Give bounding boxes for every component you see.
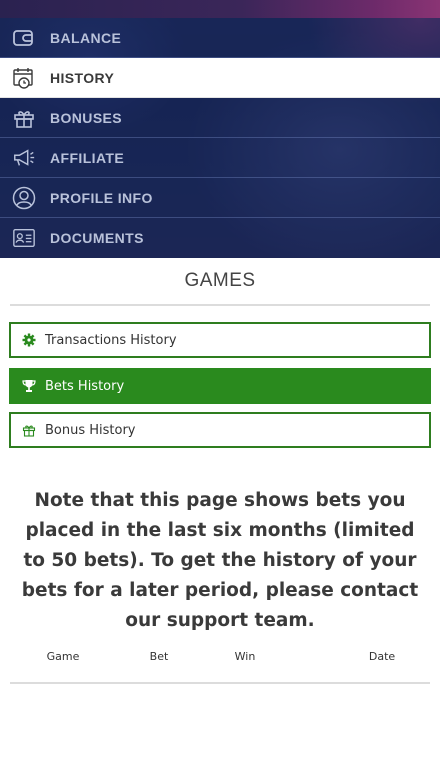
transactions-history-button[interactable]: Transactions History: [9, 322, 431, 358]
button-label: Bets History: [45, 378, 125, 394]
megaphone-icon: [12, 146, 36, 170]
menu-item-label: AFFILIATE: [50, 149, 125, 166]
id-card-icon: [12, 226, 36, 250]
bets-history-note: Note that this page shows bets you place…: [21, 490, 419, 631]
menu-item-affiliate[interactable]: AFFILIATE: [0, 138, 440, 178]
column-header-win: Win: [234, 650, 256, 663]
button-label: Bonus History: [45, 422, 136, 438]
bonus-history-button[interactable]: Bonus History: [9, 412, 431, 448]
calendar-clock-icon: [12, 66, 36, 90]
menu-item-profile-info[interactable]: PROFILE INFO: [0, 178, 440, 218]
column-header-date: Date: [368, 650, 396, 663]
page-title: GAMES: [10, 262, 430, 306]
menu-item-label: DOCUMENTS: [50, 230, 144, 246]
wallet-icon: [12, 26, 36, 50]
menu-item-label: BONUSES: [50, 109, 123, 126]
button-label: Transactions History: [45, 332, 177, 348]
menu-item-balance[interactable]: BALANCE: [0, 18, 440, 58]
menu-item-history[interactable]: HISTORY: [0, 58, 440, 98]
gift-icon: [12, 106, 36, 130]
user-circle-icon: [12, 186, 36, 210]
menu-item-label: BALANCE: [50, 29, 122, 46]
column-header-game: Game: [46, 650, 80, 663]
column-header-bet: Bet: [149, 650, 169, 663]
menu-item-bonuses[interactable]: BONUSES: [0, 98, 440, 138]
header-strip: [0, 0, 440, 18]
bets-table-header: Game Bet Win Date: [10, 640, 430, 684]
menu-item-documents[interactable]: DOCUMENTS: [0, 218, 440, 258]
menu-item-label: HISTORY: [50, 69, 115, 86]
gift-icon: [21, 422, 37, 438]
menu-item-label: PROFILE INFO: [50, 189, 153, 206]
account-menu: BALANCE HISTORY BONUSES AFFILIATE PROFIL…: [0, 0, 440, 258]
gear-icon: [21, 332, 37, 348]
bets-history-button[interactable]: Bets History: [9, 368, 431, 404]
trophy-icon: [21, 378, 37, 394]
